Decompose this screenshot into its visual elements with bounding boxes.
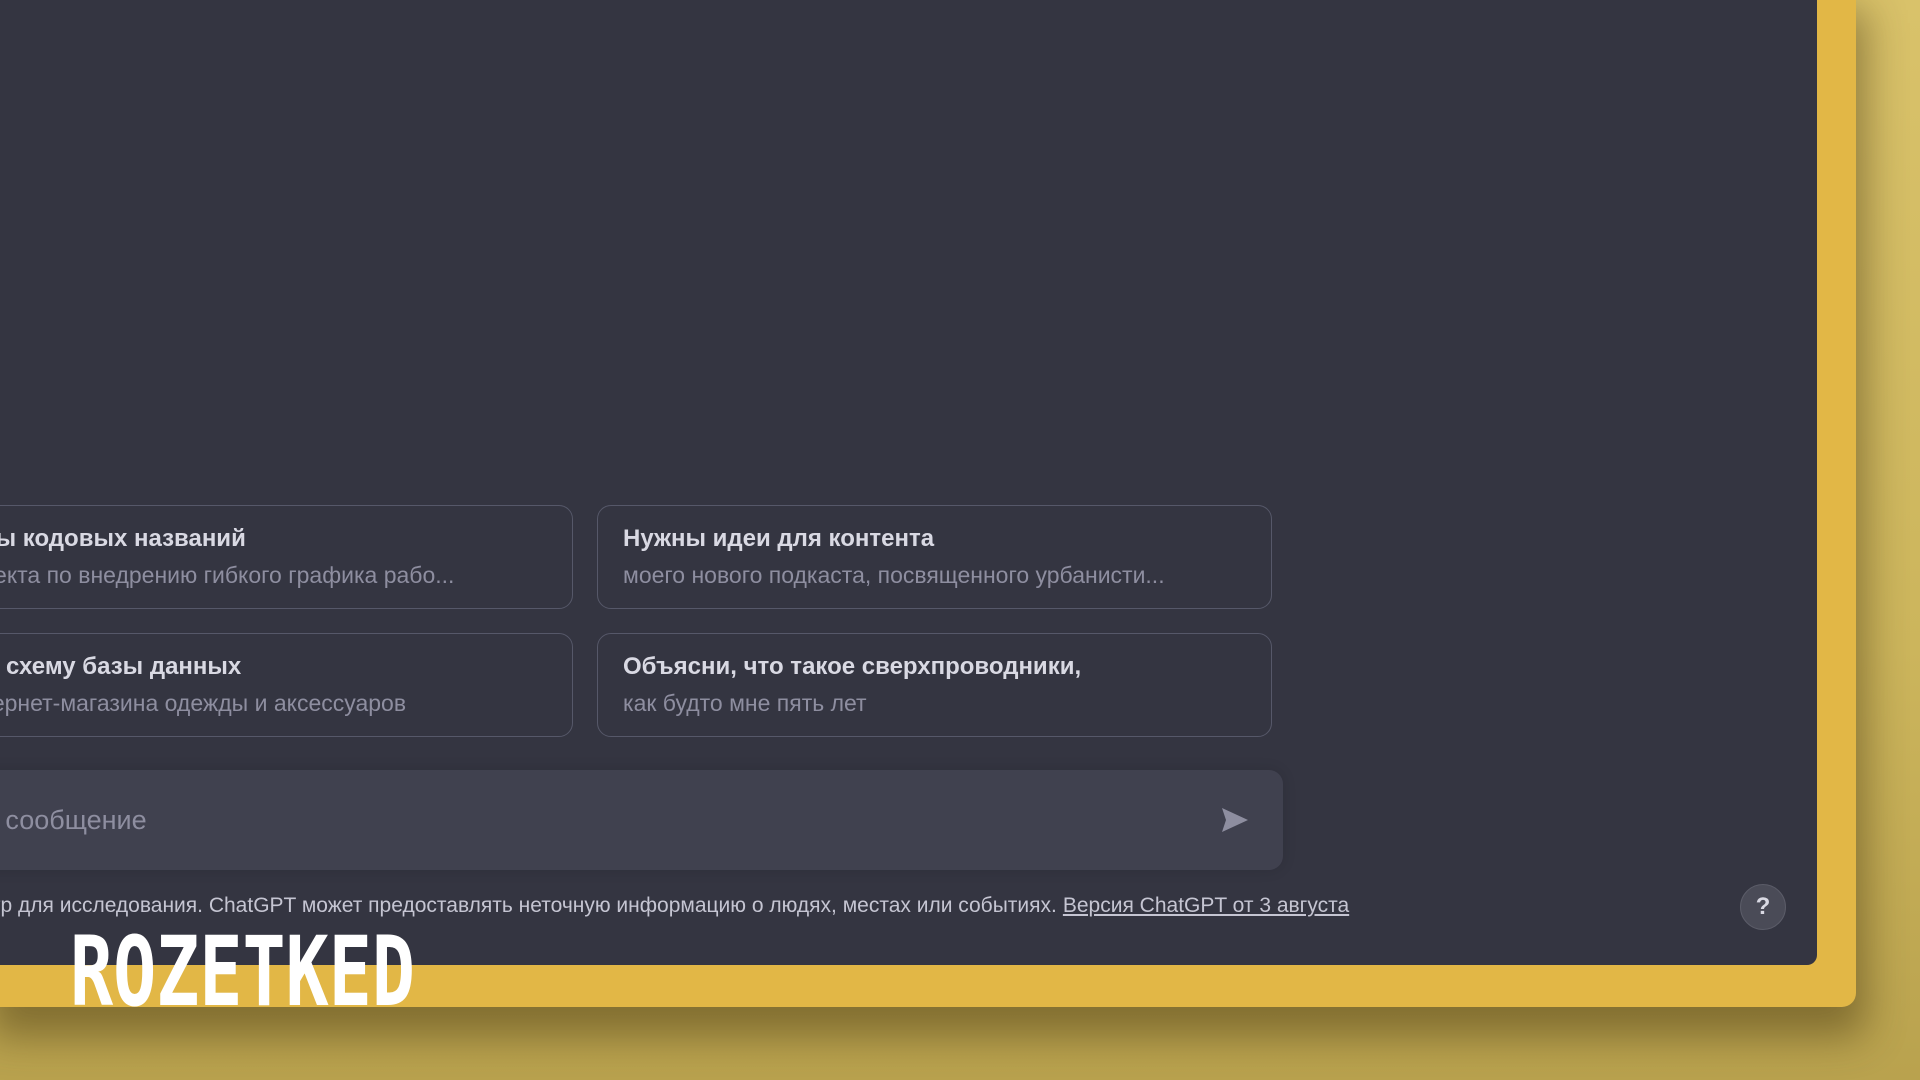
version-link[interactable]: Версия ChatGPT от 3 августа — [1063, 894, 1349, 917]
disclaimer-text: просмотр для исследования. ChatGPT может… — [0, 894, 1057, 917]
message-composer: равить сообщение — [0, 770, 1283, 870]
example-prompt-codenames[interactable]: анты кодовых названий проекта по внедрен… — [0, 505, 573, 609]
example-prompt-database-schema[interactable]: дай схему базы данных интернет-магазина … — [0, 633, 573, 737]
send-icon — [1222, 808, 1248, 832]
watermark-text: ROZETKED — [70, 925, 415, 1017]
message-input-placeholder: равить сообщение — [0, 804, 147, 835]
rozetked-watermark: ROZETKED — [70, 925, 415, 1017]
window-frame: анты кодовых названий проекта по внедрен… — [0, 0, 1856, 1007]
example-prompts: анты кодовых названий проекта по внедрен… — [0, 505, 1272, 737]
example-prompt-title: дай схему базы данных — [0, 653, 242, 680]
example-prompt-subtitle: интернет-магазина одежды и аксессуаров — [0, 690, 407, 716]
example-prompt-superconductors[interactable]: Объясни, что такое сверхпроводники, как … — [597, 633, 1272, 737]
send-button[interactable] — [1215, 800, 1255, 840]
example-prompt-title: Нужны идеи для контента — [623, 525, 935, 552]
example-prompt-subtitle: как будто мне пять лет — [623, 690, 867, 716]
example-prompt-title: анты кодовых названий — [0, 525, 246, 552]
help-button[interactable]: ? — [1740, 884, 1786, 930]
chat-app-window: анты кодовых названий проекта по внедрен… — [0, 0, 1817, 965]
example-prompt-content-ideas[interactable]: Нужны идеи для контента моего нового под… — [597, 505, 1272, 609]
example-prompt-subtitle: проекта по внедрению гибкого графика раб… — [0, 562, 455, 588]
example-prompt-title: Объясни, что такое сверхпроводники, — [623, 653, 1082, 680]
footer-disclaimer: просмотр для исследования. ChatGPT может… — [0, 894, 1349, 918]
message-input[interactable]: равить сообщение — [0, 770, 1203, 870]
example-prompt-subtitle: моего нового подкаста, посвященного урба… — [623, 562, 1165, 588]
